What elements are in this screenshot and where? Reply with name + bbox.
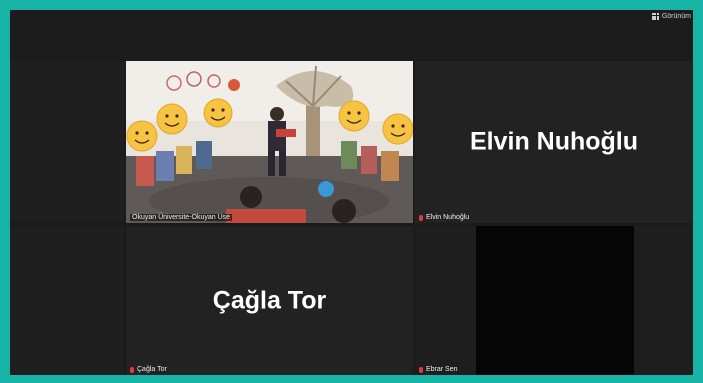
video-tile-cagla[interactable]: Çağla Tor Çağla Tor bbox=[126, 226, 413, 375]
nameplate-cagla: Çağla Tor bbox=[130, 366, 167, 373]
classroom-video bbox=[126, 61, 413, 223]
nameplate-ebrar: Ebrar Sen bbox=[419, 366, 458, 373]
mic-muted-icon bbox=[130, 366, 134, 373]
video-tile-ebrar[interactable]: Ebrar Sen bbox=[415, 226, 693, 375]
gallery-view-icon bbox=[651, 13, 659, 20]
featured-nameplate: Okuyan Üniversite-Okuyan Use bbox=[130, 214, 233, 221]
view-button-label: Görünüm bbox=[661, 13, 691, 20]
mic-muted-icon bbox=[419, 366, 423, 373]
participant-video-ebrar bbox=[476, 226, 634, 375]
participant-name-elvin: Elvin Nuhoğlu bbox=[469, 127, 639, 156]
mic-muted-icon bbox=[419, 214, 423, 221]
video-tile-featured[interactable]: Okuyan Üniversite-Okuyan Use bbox=[126, 61, 413, 223]
video-tile-elvin[interactable]: Elvin Nuhoğlu Elvin Nuhoğlu bbox=[415, 61, 693, 223]
video-tile-left-top[interactable] bbox=[10, 62, 124, 222]
nameplate-elvin: Elvin Nuhoğlu bbox=[419, 214, 469, 221]
participant-name-cagla: Çağla Tor bbox=[212, 286, 327, 314]
meeting-window: Görünüm Okuyan Üniversite-Okuyan Use Elv… bbox=[10, 10, 693, 375]
view-button[interactable]: Görünüm bbox=[651, 13, 691, 20]
top-bar: Görünüm bbox=[10, 10, 693, 60]
video-tile-left-bottom[interactable] bbox=[10, 226, 124, 375]
